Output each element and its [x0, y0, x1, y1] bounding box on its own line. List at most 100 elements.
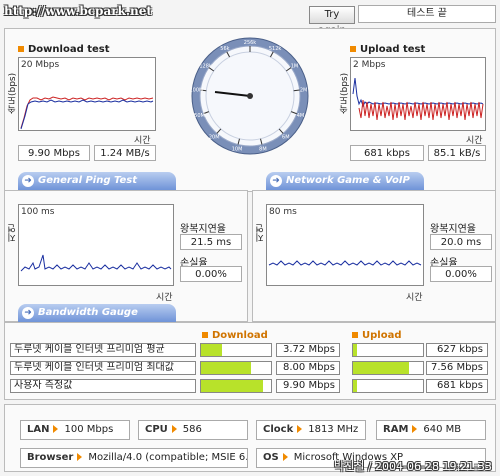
arrow-icon: ➜ [22, 307, 34, 319]
tab-general-ping-label: General Ping Test [38, 175, 138, 186]
ping-graph-svg [20, 254, 172, 272]
site-url: http://www.bcpark.net [4, 4, 152, 18]
game-latency-label: 왕복지연율 [430, 224, 476, 235]
arrow-right-icon [53, 425, 59, 433]
gauge-tick-label: 256k [244, 40, 257, 46]
bw-download-fill [201, 380, 263, 392]
bw-row-label: 두루넷 케이블 인터넷 프리미엄 최대값 [10, 361, 196, 375]
gauge-tick-label: 50M [194, 113, 205, 119]
bw-download-fill [201, 344, 222, 356]
arrow-right-icon [412, 425, 418, 433]
gauge-tick-label: 2M [300, 87, 308, 93]
bw-upload-bar [352, 379, 424, 393]
bw-upload-title: Upload [362, 330, 402, 341]
bw-upload-fill [353, 380, 358, 392]
gauge-dial: 256k 512k 1M 2M 4M 6M 8M 10M 20M 50M 100M 128k 56k [189, 37, 309, 155]
ram-value: 640 MB [423, 424, 462, 435]
upload-title: Upload test [360, 44, 426, 55]
ram-label: RAM [383, 424, 409, 435]
tab-general-ping[interactable]: ➜ General Ping Test [18, 172, 176, 190]
download-mBs: 1.24 MB/s [94, 145, 156, 161]
browser-value: Mozilla/4.0 (compatible; MSIE 6.0 [88, 452, 248, 463]
gauge-tick-label: 20M [209, 134, 220, 140]
test-status: 테스트 끝 [358, 5, 496, 23]
bw-upload-bar [352, 361, 424, 375]
ping-scale: 100 ms [21, 207, 55, 217]
bw-upload-header: Upload [352, 330, 401, 341]
arrow-right-icon [171, 425, 177, 433]
gauge-tick-label: 128k [199, 63, 212, 69]
game-graph-svg [268, 260, 422, 266]
game-xlabel: 시간 [406, 293, 423, 303]
bw-download-value: 9.90 Mbps [276, 379, 340, 393]
bw-upload-value: 7.56 Mbps [426, 361, 488, 375]
arrow-right-icon [77, 453, 83, 461]
cpu-value: 586 [182, 424, 202, 435]
bw-download-value: 3.72 Mbps [276, 343, 340, 357]
bw-upload-fill [353, 362, 409, 374]
cpu-label: CPU [145, 424, 168, 435]
upload-graph: 2 Mbps [350, 57, 486, 131]
ping-series [20, 254, 172, 272]
ping-loss-value: 0.00% [180, 266, 242, 282]
gauge-tick-label: 56k [220, 46, 229, 52]
download-title: Download test [28, 44, 110, 55]
game-series [268, 260, 422, 266]
cpu-info: CPU 586 [138, 420, 248, 440]
download-mbps: 9.90 Mbps [18, 145, 90, 161]
gauge-tick-label: 8M [259, 146, 267, 152]
arrow-right-icon [282, 453, 288, 461]
bw-download-bar [200, 379, 272, 393]
clock-info: Clock 1813 MHz [256, 420, 366, 440]
speed-gauge: 256k 512k 1M 2M 4M 6M 8M 10M 20M 50M 100M 128k 56k [189, 36, 310, 156]
bw-download-fill [201, 362, 252, 374]
watermark: 박진철 / 2004-06-28 19:21:33 [334, 460, 492, 473]
upload-kbps: 681 kbps [350, 145, 424, 161]
bw-download-bar [200, 361, 272, 375]
download-scale: 20 Mbps [21, 60, 60, 70]
bw-download-value: 8.00 Mbps [276, 361, 340, 375]
bw-row-label: 사용자 측정값 [10, 379, 196, 393]
download-header: Download test [18, 44, 110, 55]
tab-bandwidth-gauge[interactable]: ➜ Bandwidth Gauge [18, 304, 176, 322]
tab-game-voip[interactable]: ➜ Network Game & VoIP Test [266, 172, 424, 204]
bw-row-label: 두루넷 케이블 인터넷 프리미엄 평균 [10, 343, 196, 357]
gauge-tick-label: 512k [269, 46, 282, 52]
game-graph: 80 ms [266, 204, 424, 286]
download-series-b [20, 99, 154, 130]
try-again-button[interactable]: Try again [309, 6, 355, 36]
gauge-tick-label: 100M [190, 87, 203, 93]
arrow-icon: ➜ [270, 175, 282, 187]
bw-download-header: Download [202, 330, 268, 341]
ping-latency-label: 왕복지연율 [180, 224, 226, 235]
game-latency-value: 20.0 ms [430, 234, 492, 250]
bw-upload-value: 681 kbps [426, 379, 488, 393]
gauge-tick-label: 10M [232, 146, 243, 152]
bw-download-bar [200, 343, 272, 357]
lan-label: LAN [27, 424, 50, 435]
game-loss-value: 0.00% [430, 266, 492, 282]
bw-download-title: Download [212, 330, 268, 341]
gauge-tick-label: 6M [282, 134, 290, 140]
bw-upload-bar [352, 343, 424, 357]
upload-kBs: 85.1 kB/s [428, 145, 486, 161]
download-graph: 20 Mbps [18, 57, 156, 131]
game-scale: 80 ms [269, 207, 297, 217]
lan-info: LAN 100 Mbps [20, 420, 130, 440]
arrow-icon: ➜ [22, 175, 34, 187]
lan-value: 100 Mbps [64, 424, 114, 435]
tab-bandwidth-gauge-label: Bandwidth Gauge [38, 307, 138, 318]
gauge-tick-label: 1M [291, 63, 299, 69]
browser-info: Browser Mozilla/4.0 (compatible; MSIE 6.0 [20, 448, 248, 468]
upload-series-a [352, 77, 484, 108]
clock-label: Clock [263, 424, 294, 435]
bw-upload-value: 627 kbps [426, 343, 488, 357]
arrow-right-icon [297, 425, 303, 433]
ping-latency-value: 21.5 ms [180, 234, 242, 250]
bw-upload-fill [353, 344, 357, 356]
ping-xlabel: 시간 [156, 293, 173, 303]
upload-header: Upload test [350, 44, 425, 55]
ram-info: RAM 640 MB [376, 420, 486, 440]
os-label: OS [263, 452, 279, 463]
ping-graph: 100 ms [18, 204, 174, 286]
